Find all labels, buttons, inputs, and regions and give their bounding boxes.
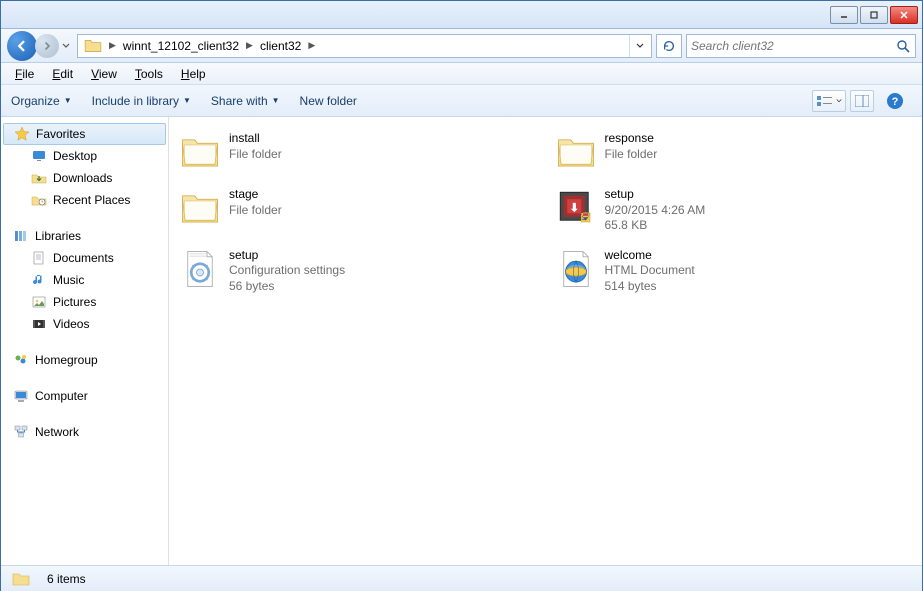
search-input[interactable] [691,39,895,53]
videos-icon [31,316,47,332]
minimize-button[interactable] [830,6,858,24]
toolbar-share-with[interactable]: Share with▼ [211,94,280,108]
sidebar-network[interactable]: Network [1,421,168,443]
html-file-icon [555,248,597,290]
search-box[interactable] [686,34,916,58]
config-file-icon [179,248,221,290]
downloads-icon [31,170,47,186]
refresh-button[interactable] [656,34,682,58]
address-dropdown-button[interactable] [629,35,649,57]
navigation-pane: Favorites Desktop Downloads Recent Place… [1,117,169,565]
sidebar-item-pictures[interactable]: Pictures [1,291,168,313]
menu-tools[interactable]: Tools [127,65,171,83]
sidebar-homegroup[interactable]: Homegroup [1,349,168,371]
sidebar-computer[interactable]: Computer [1,385,168,407]
pictures-icon [31,294,47,310]
view-mode-button[interactable] [812,90,846,112]
file-item-install[interactable]: installFile folder [175,127,541,177]
toolbar-organize[interactable]: Organize▼ [11,94,72,108]
sidebar-item-videos[interactable]: Videos [1,313,168,335]
search-icon[interactable] [895,38,911,54]
desktop-icon [31,148,47,164]
toolbar-include-library[interactable]: Include in library▼ [92,94,191,108]
star-icon [14,126,30,142]
menu-help[interactable]: Help [173,65,214,83]
toolbar: Organize▼ Include in library▼ Share with… [1,85,922,117]
sidebar-item-downloads[interactable]: Downloads [1,167,168,189]
folder-icon [84,37,102,55]
navbar: ▶ winnt_12102_client32 ▶ client32 ▶ [1,29,922,63]
computer-icon [13,388,29,404]
statusbar: 6 items [1,565,922,591]
file-item-welcome[interactable]: welcomeHTML Document514 bytes [551,244,917,299]
file-item-setup-ini[interactable]: setupConfiguration settings56 bytes [175,244,541,299]
chevron-right-icon[interactable]: ▶ [305,40,318,51]
recent-icon [31,192,47,208]
sidebar-item-recent[interactable]: Recent Places [1,189,168,211]
exe-icon: ⬇ [555,187,597,229]
sidebar-item-documents[interactable]: Documents [1,247,168,269]
file-item-response[interactable]: responseFile folder [551,127,917,177]
forward-button[interactable] [35,34,59,58]
sidebar-libraries[interactable]: Libraries [1,225,168,247]
breadcrumb-seg1[interactable]: winnt_12102_client32 [119,37,243,55]
homegroup-icon [13,352,29,368]
svg-text:?: ? [892,96,899,108]
menu-view[interactable]: View [83,65,125,83]
toolbar-new-folder[interactable]: New folder [300,94,357,108]
maximize-button[interactable] [860,6,888,24]
folder-icon [179,187,221,229]
file-item-setup-exe[interactable]: ⬇ setup9/20/2015 4:26 AM65.8 KB [551,183,917,238]
file-item-stage[interactable]: stageFile folder [175,183,541,238]
titlebar [1,1,922,29]
sidebar-favorites[interactable]: Favorites [3,123,166,145]
nav-history-dropdown[interactable] [59,31,73,61]
file-list: installFile folder responseFile folder s… [169,117,922,565]
chevron-right-icon[interactable]: ▶ [243,40,256,51]
folder-icon [11,569,31,589]
sidebar-label: Favorites [36,127,85,141]
help-button[interactable]: ? [878,90,912,112]
svg-text:⬇: ⬇ [569,203,579,215]
breadcrumb-seg2[interactable]: client32 [256,37,305,55]
preview-pane-button[interactable] [850,90,874,112]
libraries-icon [13,228,29,244]
network-icon [13,424,29,440]
chevron-right-icon[interactable]: ▶ [106,40,119,51]
status-count: 6 items [47,572,86,586]
music-icon [31,272,47,288]
menubar: File Edit View Tools Help [1,63,922,85]
menu-edit[interactable]: Edit [44,65,81,83]
folder-icon [555,131,597,173]
close-button[interactable] [890,6,918,24]
menu-file[interactable]: File [7,65,42,83]
documents-icon [31,250,47,266]
back-button[interactable] [7,31,37,61]
folder-icon [179,131,221,173]
address-bar[interactable]: ▶ winnt_12102_client32 ▶ client32 ▶ [77,34,652,58]
sidebar-item-desktop[interactable]: Desktop [1,145,168,167]
sidebar-item-music[interactable]: Music [1,269,168,291]
